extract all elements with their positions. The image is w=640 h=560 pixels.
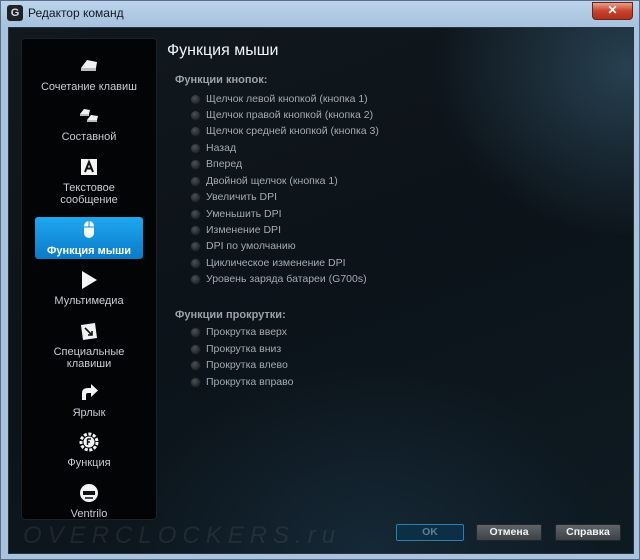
radio-label: Уровень заряда батареи (G700s)	[206, 273, 367, 285]
radio-label: Изменение DPI	[206, 224, 281, 236]
radio-button[interactable]	[190, 225, 201, 236]
page-title: Функция мыши	[167, 42, 279, 59]
radio-label: Увеличить DPI	[206, 191, 278, 203]
radio-label: Щелчок средней кнопкой (кнопка 3)	[206, 125, 379, 137]
sidebar-item-special-keys[interactable]: Специальные клавиши	[35, 320, 143, 372]
sidebar-item-text-block[interactable]: Текстовое сообщение	[35, 156, 143, 208]
sidebar-item-multimedia[interactable]: Мультимедиа	[35, 269, 143, 309]
radio-button[interactable]	[190, 344, 201, 355]
sidebar-item-label: Текстовое сообщение	[60, 182, 118, 206]
sidebar-item-label: Ventrilo	[70, 508, 108, 520]
sidebar-item-label: Мультимедиа	[54, 295, 124, 307]
headset-icon	[78, 482, 100, 504]
sidebar-item-label: Сочетание клавиш	[40, 81, 137, 93]
radio-button[interactable]	[190, 143, 201, 154]
radio-label: Прокрутка влево	[206, 359, 288, 371]
radio-label: Вперед	[206, 158, 243, 170]
shortcut-arrow-icon	[78, 381, 100, 403]
help-button[interactable]: Справка	[555, 524, 621, 541]
radio-label: Назад	[206, 142, 237, 154]
ok-button[interactable]: OK	[396, 524, 464, 541]
title-bar[interactable]: G Редактор команд ✕	[1, 1, 639, 25]
close-icon: ✕	[607, 3, 618, 17]
sidebar-item-multikey[interactable]: Составной	[35, 105, 143, 145]
watermark: OVERCLOCKERS.ru	[23, 522, 342, 549]
scroll-functions-label: Функции прокрутки:	[175, 309, 286, 321]
radio-button[interactable]	[190, 126, 201, 137]
radio-label: Щелчок правой кнопкой (кнопка 2)	[206, 109, 374, 121]
radio-button[interactable]	[190, 94, 201, 105]
radio-label: DPI по умолчанию	[206, 240, 296, 252]
radio-button[interactable]	[190, 241, 201, 252]
sidebar-item-function[interactable]: Функция	[35, 431, 143, 471]
window-frame: G Редактор команд ✕ OVERCLOCKERS.ru Соче…	[0, 0, 640, 560]
radio-button[interactable]	[190, 258, 201, 269]
sidebar-item-shortcut[interactable]: Ярлык	[35, 381, 143, 421]
radio-button[interactable]	[190, 110, 201, 121]
text-block-icon	[78, 156, 100, 178]
radio-label: Прокрутка вниз	[206, 343, 282, 355]
sidebar-item-keystroke[interactable]: Сочетание клавиш	[35, 55, 143, 95]
radio-button[interactable]	[190, 274, 201, 285]
close-button[interactable]: ✕	[592, 2, 633, 20]
radio-button[interactable]	[190, 327, 201, 338]
sidebar-item-label: Ярлык	[72, 407, 106, 419]
mouse-icon	[78, 219, 100, 241]
keys-icon	[78, 55, 100, 77]
radio-label: Прокрутка вверх	[206, 326, 288, 338]
radio-label: Уменьшить DPI	[206, 208, 282, 220]
radio-button[interactable]	[190, 209, 201, 220]
button-functions-label: Функции кнопок:	[175, 74, 268, 86]
radio-label: Прокрутка вправо	[206, 376, 294, 388]
special-key-icon	[78, 320, 100, 342]
command-editor-panel: OVERCLOCKERS.ru Сочетание клавиш Составн…	[8, 27, 634, 554]
radio-button[interactable]	[190, 377, 201, 388]
command-type-sidebar: Сочетание клавиш Составной Текстовое соо…	[21, 38, 157, 520]
cancel-button[interactable]: Отмена	[476, 524, 542, 541]
sidebar-item-label: Специальные клавиши	[53, 346, 125, 370]
logitech-g-icon: G	[7, 5, 23, 21]
radio-button[interactable]	[190, 192, 201, 203]
sidebar-item-mouse-function[interactable]: Функция мыши	[35, 217, 143, 259]
radio-label: Щелчок левой кнопкой (кнопка 1)	[206, 93, 368, 105]
radio-label: Двойной щелчок (кнопка 1)	[206, 175, 338, 187]
play-icon	[78, 269, 100, 291]
window-title: Редактор команд	[28, 6, 124, 20]
radio-button[interactable]	[190, 159, 201, 170]
sidebar-item-label: Функция	[67, 457, 111, 469]
radio-button[interactable]	[190, 360, 201, 371]
function-gear-icon	[78, 431, 100, 453]
multikey-icon	[78, 105, 100, 127]
sidebar-item-ventrilo[interactable]: Ventrilo	[35, 482, 143, 520]
sidebar-item-label: Функция мыши	[46, 245, 132, 257]
radio-button[interactable]	[190, 176, 201, 187]
radio-label: Циклическое изменение DPI	[206, 257, 346, 269]
sidebar-item-label: Составной	[61, 131, 117, 143]
